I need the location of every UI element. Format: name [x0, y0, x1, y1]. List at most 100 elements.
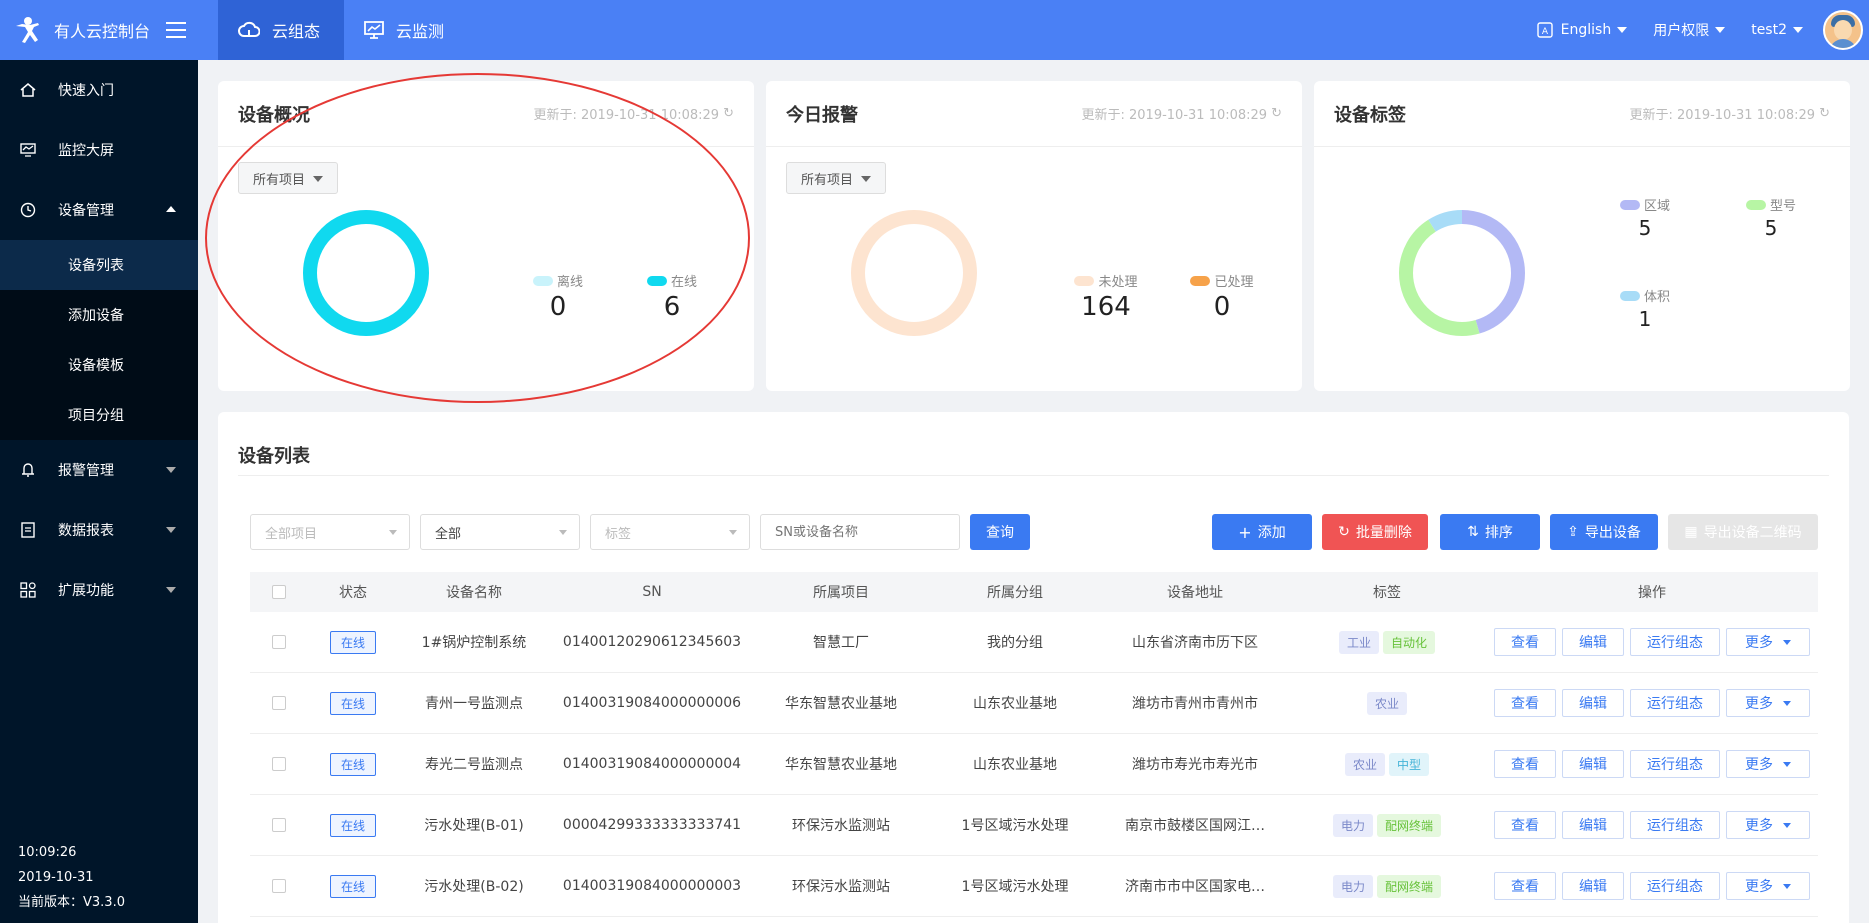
view-button[interactable]: 查看 — [1494, 628, 1556, 656]
sidebar-item-label: 快速入门 — [58, 83, 114, 99]
tag-badge: 配网终端 — [1377, 874, 1442, 898]
sidebar-item-alarm-management[interactable]: 报警管理 — [0, 440, 198, 500]
refresh-icon[interactable]: ↻ — [1271, 106, 1282, 121]
project-filter-dropdown[interactable]: 所有项目 — [238, 162, 338, 194]
run-scada-button[interactable]: 运行组态 — [1630, 872, 1720, 900]
edit-button[interactable]: 编辑 — [1562, 811, 1624, 839]
hamburger-icon[interactable] — [166, 22, 187, 38]
col-header: 设备名称 — [446, 585, 502, 601]
chevron-down-icon — [1793, 27, 1803, 33]
device-sn: 01400319084000000004 — [562, 756, 742, 772]
sidebar-item-label: 扩展功能 — [58, 583, 114, 599]
device-sn: 01400120290612345603 — [562, 634, 742, 650]
sidebar-item-device-management[interactable]: 设备管理 — [0, 180, 198, 240]
legend-unhandled: 未处理 164 — [1058, 271, 1154, 322]
row-checkbox[interactable] — [272, 818, 286, 832]
screen-icon — [18, 140, 38, 160]
device-project: 环保污水监测站 — [792, 818, 890, 834]
tag-select[interactable]: 标签 — [590, 514, 750, 550]
sidebar-item-data-report[interactable]: 数据报表 — [0, 500, 198, 560]
more-button[interactable]: 更多 — [1726, 628, 1810, 656]
run-scada-button[interactable]: 运行组态 — [1630, 628, 1720, 656]
add-button[interactable]: + 添加 — [1212, 514, 1312, 550]
more-button[interactable]: 更多 — [1726, 689, 1810, 717]
device-group: 山东农业基地 — [973, 757, 1057, 773]
user-menu[interactable]: test2 — [1751, 22, 1803, 38]
row-checkbox[interactable] — [272, 635, 286, 649]
select-all-checkbox[interactable] — [272, 585, 286, 599]
device-name: 寿光二号监测点 — [425, 757, 523, 773]
device-group: 1号区域污水处理 — [961, 879, 1069, 895]
edit-button[interactable]: 编辑 — [1562, 689, 1624, 717]
status-select[interactable]: 全部 — [420, 514, 580, 550]
top-nav: 云组态 云监测 — [218, 0, 468, 60]
col-header: 状态 — [339, 585, 367, 601]
tag-badge: 配网终端 — [1377, 813, 1442, 837]
sidebar-item-extensions[interactable]: 扩展功能 — [0, 560, 198, 620]
search-input[interactable] — [760, 514, 960, 550]
version-label: 当前版本：V3.3.0 — [18, 895, 125, 910]
device-project: 华东智慧农业基地 — [785, 757, 897, 773]
monitor-icon — [364, 21, 384, 39]
sort-button[interactable]: ⇅ 排序 — [1440, 514, 1540, 550]
legend-handled: 已处理 0 — [1174, 271, 1270, 322]
device-address: 潍坊市青州市青州市 — [1132, 696, 1258, 712]
device-tags-card: 设备标签 更新于: 2019-10-31 10:08:29 ↻ 区域 5 型号 5… — [1314, 81, 1850, 391]
row-checkbox[interactable] — [272, 757, 286, 771]
sidebar-item-quick-start[interactable]: 快速入门 — [0, 60, 198, 120]
run-scada-button[interactable]: 运行组态 — [1630, 811, 1720, 839]
sidebar-sub-project-group[interactable]: 项目分组 — [0, 390, 198, 440]
chevron-up-icon — [166, 206, 176, 212]
device-tags: 工业 自动化 — [1288, 630, 1486, 654]
run-scada-button[interactable]: 运行组态 — [1630, 689, 1720, 717]
language-label: English — [1560, 22, 1612, 38]
handled-count: 0 — [1213, 292, 1231, 322]
device-project: 华东智慧农业基地 — [785, 696, 897, 712]
sidebar-item-big-screen[interactable]: 监控大屏 — [0, 120, 198, 180]
top-right-menus: A English 用户权限 test2 — [1536, 0, 1869, 60]
status-badge: 在线 — [329, 874, 376, 898]
sidebar-item-label: 数据报表 — [58, 523, 114, 539]
col-header: 所属分组 — [987, 585, 1043, 601]
export-qr-button[interactable]: ▦ 导出设备二维码 — [1668, 514, 1818, 550]
sidebar-sub-device-template[interactable]: 设备模板 — [0, 340, 198, 390]
view-button[interactable]: 查看 — [1494, 811, 1556, 839]
more-button[interactable]: 更多 — [1726, 872, 1810, 900]
offline-count: 0 — [549, 292, 567, 322]
tag-badge: 中型 — [1389, 752, 1430, 776]
sidebar-sub-add-device[interactable]: 添加设备 — [0, 290, 198, 340]
tab-label: 云监测 — [396, 22, 445, 41]
chevron-down-icon — [1783, 700, 1791, 706]
row-checkbox[interactable] — [272, 696, 286, 710]
legend-volume: 体积 1 — [1610, 286, 1680, 331]
avatar[interactable] — [1823, 10, 1863, 50]
more-button[interactable]: 更多 — [1726, 811, 1810, 839]
brand: 有人云控制台 — [0, 0, 198, 60]
tab-label: 云组态 — [272, 22, 321, 41]
table-row: 在线 污水处理(B-02) 01400319084000000003 环保污水监测站 1… — [250, 856, 1818, 917]
view-button[interactable]: 查看 — [1494, 689, 1556, 717]
edit-button[interactable]: 编辑 — [1562, 628, 1624, 656]
run-scada-button[interactable]: 运行组态 — [1630, 750, 1720, 778]
view-button[interactable]: 查看 — [1494, 750, 1556, 778]
refresh-icon[interactable]: ↻ — [1819, 106, 1830, 121]
batch-delete-button[interactable]: ↻ 批量删除 — [1322, 514, 1428, 550]
language-menu[interactable]: A English — [1536, 22, 1628, 38]
sidebar-sub-device-list[interactable]: 设备列表 — [0, 240, 198, 290]
project-filter-dropdown[interactable]: 所有项目 — [786, 162, 886, 194]
project-select[interactable]: 全部项目 — [250, 514, 410, 550]
tab-cloud-monitor[interactable]: 云监测 — [344, 0, 468, 60]
refresh-icon[interactable]: ↻ — [723, 106, 734, 121]
edit-button[interactable]: 编辑 — [1562, 750, 1624, 778]
view-button[interactable]: 查看 — [1494, 872, 1556, 900]
tab-cloud-scada[interactable]: 云组态 — [218, 0, 345, 60]
report-icon — [18, 520, 38, 540]
query-button[interactable]: 查询 — [970, 514, 1030, 550]
more-button[interactable]: 更多 — [1726, 750, 1810, 778]
tag-badge: 电力 — [1332, 874, 1373, 898]
row-checkbox[interactable] — [272, 879, 286, 893]
brand-name: 有人云控制台 — [54, 22, 151, 41]
edit-button[interactable]: 编辑 — [1562, 872, 1624, 900]
export-button[interactable]: ⇪ 导出设备 — [1550, 514, 1658, 550]
permission-menu[interactable]: 用户权限 — [1653, 20, 1726, 40]
